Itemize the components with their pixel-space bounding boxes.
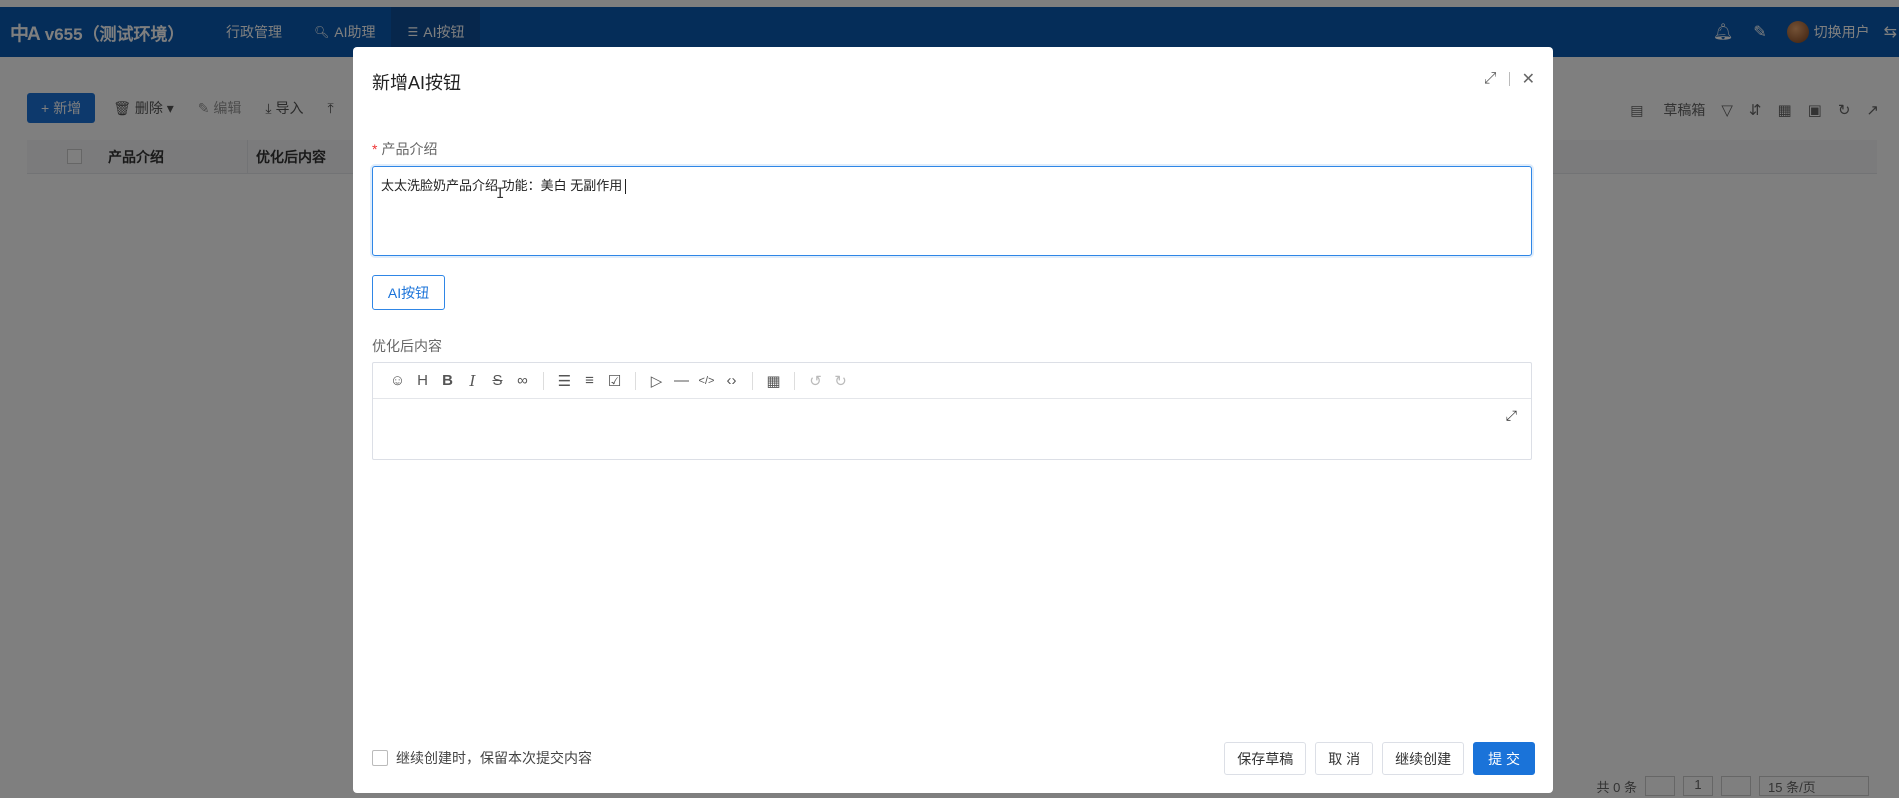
optimized-content-label: 优化后内容	[372, 338, 442, 354]
dialog-title: 新增AI按钮	[372, 73, 462, 93]
toolbar-divider	[635, 371, 636, 390]
product-intro-textarea[interactable]: 太太洗脸奶产品介绍 功能：美白 无副作用 I	[372, 166, 1532, 256]
dialog-footer-buttons: 保存草稿 取 消 继续创建 提 交	[1215, 742, 1535, 775]
editor-content[interactable]: ⤢	[373, 399, 1531, 459]
ibeam-cursor-icon: I	[496, 186, 505, 202]
save-draft-button[interactable]: 保存草稿	[1224, 742, 1307, 775]
inline-code-icon[interactable]: ‹›	[719, 372, 744, 389]
product-intro-label: * 产品介绍	[372, 139, 437, 159]
strikethrough-icon[interactable]: S	[485, 372, 510, 389]
bold-icon[interactable]: B	[435, 372, 460, 389]
keep-content-option[interactable]: 继续创建时，保留本次提交内容	[372, 748, 592, 768]
fullscreen-icon[interactable]: ⤢	[1506, 407, 1517, 424]
toolbar-divider	[752, 371, 753, 390]
heading-icon[interactable]: H	[410, 372, 435, 389]
keep-content-checkbox[interactable]	[372, 750, 388, 766]
toolbar-divider	[794, 371, 795, 390]
add-ai-button-dialog: 新增AI按钮 ⤢ ✕ * 产品介绍 太太洗脸奶产品介绍 功能：美白 无副作用 I …	[353, 47, 1553, 793]
keep-content-label: 继续创建时，保留本次提交内容	[396, 750, 592, 766]
product-intro-label-text: 产品介绍	[381, 141, 438, 157]
emoji-icon[interactable]: ☺	[385, 372, 410, 389]
ordered-list-icon[interactable]: ≡	[577, 372, 602, 389]
divider	[1508, 72, 1510, 86]
code-block-icon[interactable]: </>	[694, 375, 719, 387]
table-icon[interactable]: ▦	[761, 372, 786, 390]
editor-toolbar: ☺ H B I S ∞ ☰ ≡ ☑ ▷ — </> ‹› ▦ ↺ ↻	[373, 363, 1531, 399]
required-marker: *	[372, 141, 378, 157]
maximize-icon[interactable]: ⤢	[1484, 70, 1497, 88]
continue-create-button[interactable]: 继续创建	[1382, 742, 1465, 775]
quote-icon[interactable]: ▷	[644, 372, 669, 390]
link-icon[interactable]: ∞	[510, 372, 535, 389]
cancel-button[interactable]: 取 消	[1315, 742, 1374, 775]
horizontal-rule-icon[interactable]: —	[669, 372, 694, 389]
submit-button[interactable]: 提 交	[1473, 742, 1535, 775]
dialog-actions: ⤢ ✕	[1484, 69, 1535, 89]
checklist-icon[interactable]: ☑	[602, 372, 627, 390]
ai-button[interactable]: AI按钮	[372, 275, 445, 310]
bullet-list-icon[interactable]: ☰	[552, 372, 577, 390]
toolbar-divider	[543, 371, 544, 390]
text-caret	[625, 179, 627, 195]
redo-icon[interactable]: ↻	[828, 372, 853, 390]
rich-text-editor: ☺ H B I S ∞ ☰ ≡ ☑ ▷ — </> ‹› ▦ ↺ ↻ ⤢	[372, 362, 1532, 460]
close-icon[interactable]: ✕	[1522, 69, 1535, 89]
undo-icon[interactable]: ↺	[803, 372, 828, 390]
italic-icon[interactable]: I	[460, 372, 485, 390]
